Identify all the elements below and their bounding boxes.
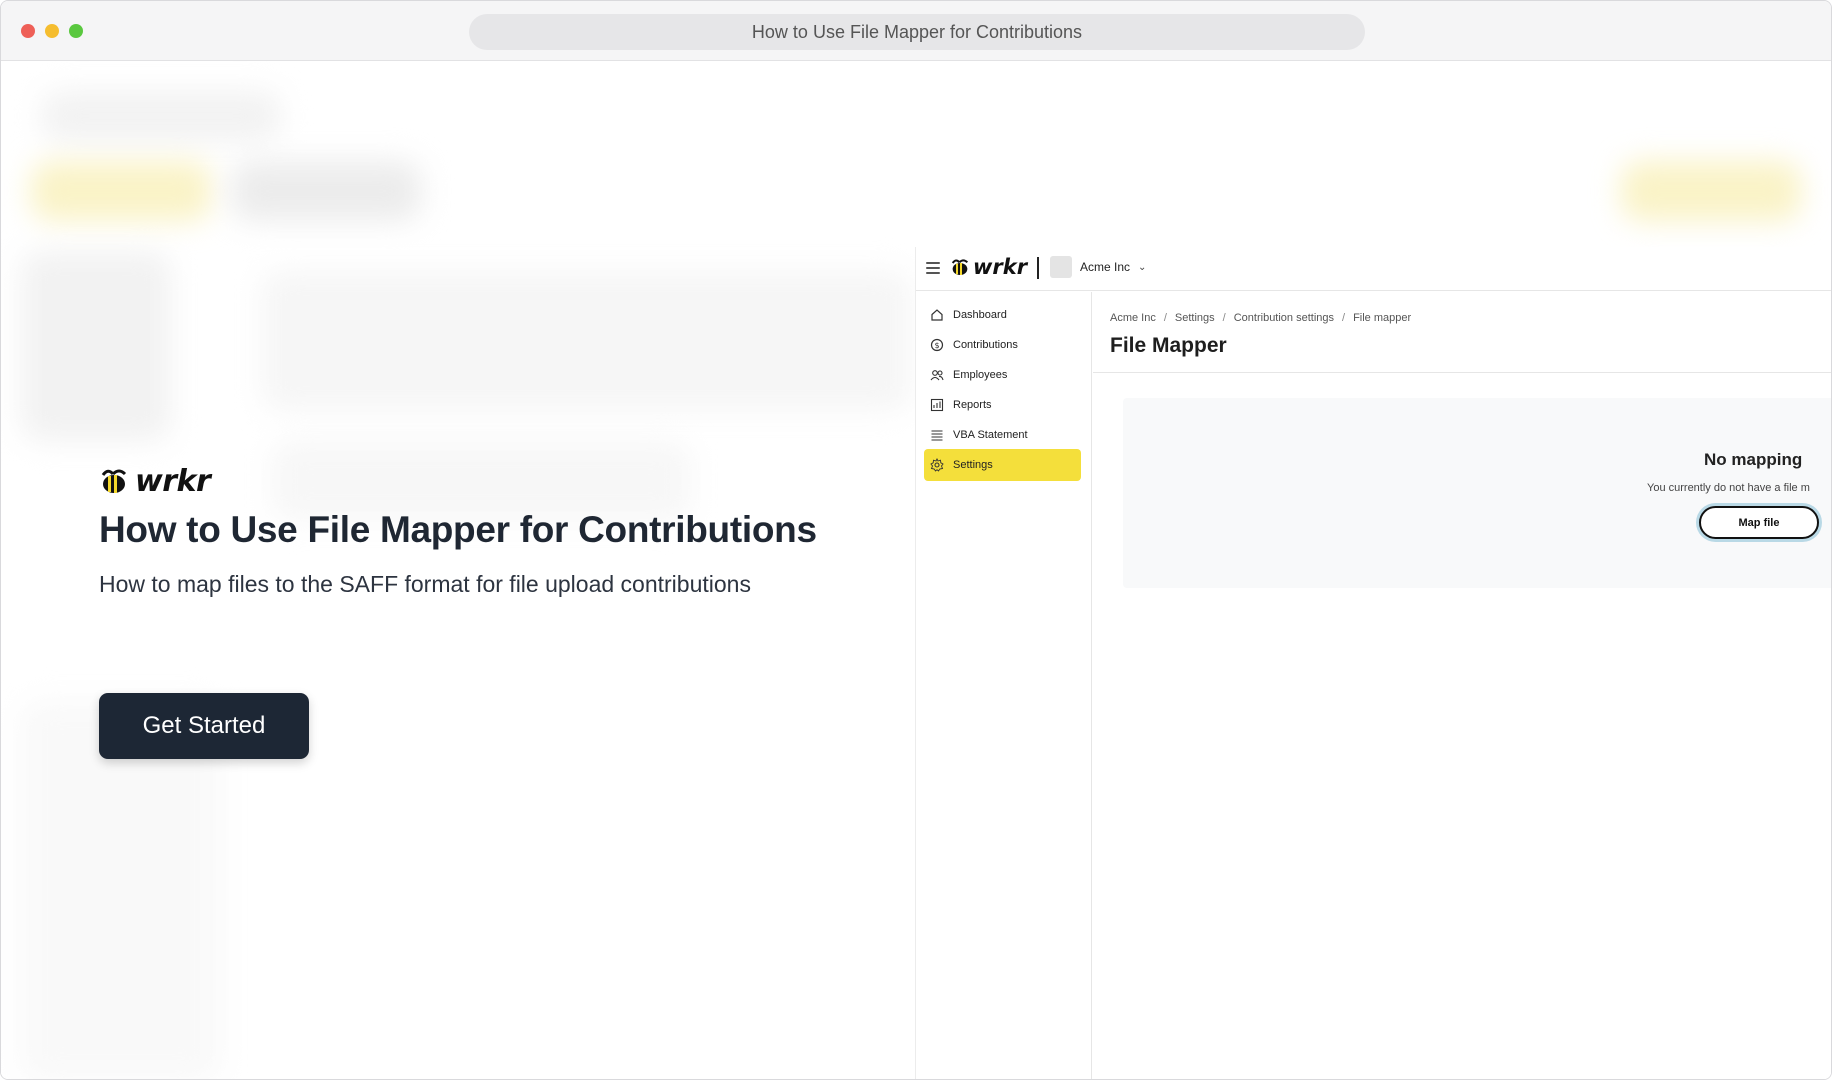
stack-icon [930, 428, 944, 442]
sidebar-item-label: Contributions [953, 339, 1018, 351]
breadcrumb: Acme Inc / Settings / Contribution setti… [1110, 312, 1411, 324]
blurred-backdrop [21, 251, 171, 441]
hero-title: How to Use File Mapper for Contributions [99, 509, 817, 550]
empty-state-card: No mapping You currently do not have a f… [1123, 398, 1831, 588]
sidebar-item-label: Reports [953, 399, 992, 411]
maximize-window-button[interactable] [69, 24, 83, 38]
sidebar-item-vba-statement[interactable]: VBA Statement [924, 419, 1081, 451]
app-wordmark: wrkr [973, 255, 1028, 279]
sidebar-item-label: Employees [953, 369, 1008, 381]
building-icon [1050, 256, 1072, 278]
sidebar-item-contributions[interactable]: $ Contributions [924, 329, 1081, 361]
minimize-window-button[interactable] [45, 24, 59, 38]
browser-window: How to Use File Mapper for Contributions… [0, 0, 1832, 1080]
app-logo[interactable]: wrkr [950, 253, 1027, 281]
divider [1093, 372, 1831, 373]
sidebar-item-dashboard[interactable]: Dashboard [924, 299, 1081, 331]
sidebar-item-label: VBA Statement [953, 429, 1028, 441]
map-file-button[interactable]: Map file [1699, 506, 1819, 539]
sidebar-item-employees[interactable]: Employees [924, 359, 1081, 391]
breadcrumb-separator: / [1163, 312, 1167, 324]
sidebar-item-label: Settings [953, 459, 993, 471]
get-started-button[interactable]: Get Started [99, 693, 309, 759]
chart-icon [930, 398, 944, 412]
dollar-icon: $ [930, 338, 944, 352]
empty-state-title: No mapping [1704, 450, 1803, 469]
gear-icon [930, 458, 944, 472]
menu-icon[interactable] [926, 262, 940, 274]
sidebar-item-label: Dashboard [953, 309, 1007, 321]
org-switcher[interactable]: Acme Inc ⌄ [1050, 256, 1146, 278]
main-panel: Acme Inc / Settings / Contribution setti… [1093, 292, 1831, 1079]
users-icon [930, 368, 944, 382]
blurred-backdrop [231, 161, 421, 221]
svg-text:$: $ [934, 341, 939, 350]
sidebar: Dashboard $ Contributions Employees Repo… [916, 292, 1092, 1079]
breadcrumb-separator: / [1222, 312, 1226, 324]
breadcrumb-item[interactable]: Settings [1175, 312, 1215, 324]
page-content: wrkr How to Use File Mapper for Contribu… [1, 61, 1831, 1079]
hero-section: wrkr How to Use File Mapper for Contribu… [99, 461, 817, 759]
bee-logo-icon [951, 259, 969, 275]
blurred-backdrop [261, 271, 911, 411]
org-name: Acme Inc [1080, 260, 1131, 274]
header-divider [1037, 257, 1039, 279]
app-header: wrkr Acme Inc ⌄ [916, 247, 1831, 291]
sidebar-item-reports[interactable]: Reports [924, 389, 1081, 421]
breadcrumb-item[interactable]: Contribution settings [1234, 312, 1334, 324]
brand-logo: wrkr [99, 461, 817, 501]
blurred-backdrop [31, 161, 211, 221]
breadcrumb-item-current: File mapper [1353, 312, 1412, 324]
breadcrumb-separator: / [1342, 312, 1346, 324]
breadcrumb-item[interactable]: Acme Inc [1110, 312, 1156, 324]
close-window-button[interactable] [21, 24, 35, 38]
hero-subtitle: How to map files to the SAFF format for … [99, 571, 751, 597]
chevron-down-icon: ⌄ [1138, 261, 1147, 273]
blurred-backdrop [41, 91, 281, 141]
brand-wordmark: wrkr [135, 463, 211, 499]
sidebar-item-settings[interactable]: Settings [924, 449, 1081, 481]
app-screenshot: wrkr Acme Inc ⌄ Dashboard $ Contribution… [915, 247, 1831, 1079]
empty-state-message: You currently do not have a file m [1647, 482, 1810, 494]
home-icon [930, 308, 944, 322]
bee-logo-icon [101, 469, 127, 493]
page-title: File Mapper [1110, 334, 1227, 357]
address-bar[interactable]: How to Use File Mapper for Contributions [469, 14, 1365, 50]
title-bar: How to Use File Mapper for Contributions [1, 1, 1831, 61]
blurred-backdrop [1621, 161, 1801, 221]
